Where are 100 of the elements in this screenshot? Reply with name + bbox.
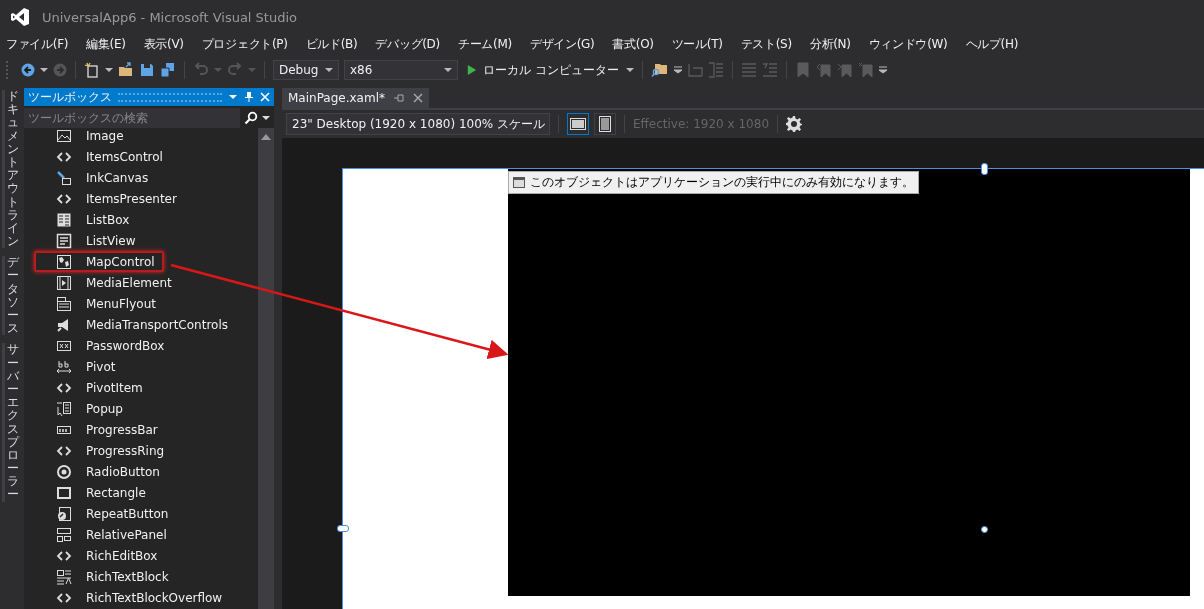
toolbox-item[interactable]: ListView xyxy=(34,230,164,251)
image-icon xyxy=(56,128,72,144)
menu-item[interactable]: チーム(M) xyxy=(457,35,512,53)
toolbox-item[interactable]: MapControl xyxy=(34,251,164,272)
caret-icon[interactable] xyxy=(444,66,452,74)
toolbox-item[interactable]: Popup xyxy=(34,398,164,419)
play-icon[interactable] xyxy=(467,64,477,76)
toolbox-item[interactable]: ListBox xyxy=(34,209,164,230)
landscape-button[interactable] xyxy=(567,113,589,135)
globe-icon xyxy=(56,253,72,270)
bookmark-icon xyxy=(794,62,811,78)
toolbox-item[interactable]: InkCanvas xyxy=(34,167,164,188)
document-tab[interactable]: MainPage.xaml* xyxy=(282,88,429,108)
save-all-icon[interactable] xyxy=(160,62,176,78)
comment-icon xyxy=(740,62,757,78)
caret-icon[interactable] xyxy=(625,66,634,74)
toolbox-item[interactable]: PasswordBox xyxy=(34,335,167,356)
folder-icon[interactable] xyxy=(118,62,134,78)
toolbox-item[interactable]: PivotItem xyxy=(34,377,164,398)
save-icon[interactable] xyxy=(139,62,155,78)
pivot-icon xyxy=(56,358,72,375)
search-icon[interactable] xyxy=(244,111,258,125)
menu-item[interactable]: デバッグ(D) xyxy=(375,35,440,53)
toolbox-item[interactable]: RichTextBlock xyxy=(34,566,171,587)
dropdown-icon[interactable] xyxy=(228,92,238,102)
run-button[interactable]: ローカル コンピューター xyxy=(463,61,621,79)
toolbox-item[interactable]: ItemsControl xyxy=(34,146,165,167)
dropdown[interactable]: Debug xyxy=(273,60,339,80)
menu-item[interactable]: 表示(V) xyxy=(143,35,184,53)
find-in-files-icon[interactable] xyxy=(650,62,669,78)
toolbox-item[interactable]: RichTextBlockOverflow xyxy=(34,587,225,608)
back-icon[interactable] xyxy=(21,63,35,77)
menu-item[interactable]: プロジェクト(P) xyxy=(201,35,288,53)
window-icon xyxy=(513,177,525,188)
menu-item[interactable]: 分析(N) xyxy=(809,35,851,53)
drag-handle[interactable] xyxy=(118,92,222,102)
pin-icon[interactable] xyxy=(244,91,254,103)
next-bookmark-icon xyxy=(836,62,853,78)
toolbox-item[interactable]: ItemsPresenter xyxy=(34,188,179,209)
popup-icon xyxy=(56,400,72,417)
new-project-icon[interactable] xyxy=(84,62,100,78)
side-tab[interactable]: サーバーエクスプローラー xyxy=(2,343,19,502)
device-dropdown[interactable]: 23" Desktop (1920 x 1080) 100% スケール xyxy=(286,113,550,135)
logo-icon xyxy=(10,7,30,27)
side-tab[interactable]: ドキュメントアウトライン xyxy=(2,90,19,249)
close-icon[interactable] xyxy=(413,93,423,103)
caret-icon[interactable] xyxy=(325,66,333,74)
toolbox-item[interactable]: ProgressBar xyxy=(34,419,164,440)
caret-icon xyxy=(214,66,222,74)
menu-item[interactable]: ウィンドウ(W) xyxy=(868,35,948,53)
redo-icon xyxy=(227,62,243,78)
layout-icon xyxy=(56,526,72,543)
side-tab[interactable]: データソース xyxy=(2,256,19,336)
menu-item[interactable]: ビルド(B) xyxy=(305,35,358,53)
toolbox-item[interactable]: Image xyxy=(34,128,164,146)
window-title: UniversalApp6 - Microsoft Visual Studio xyxy=(42,9,298,25)
previous-bookmark-icon xyxy=(815,62,832,78)
caret-icon xyxy=(248,66,256,74)
outdent-icon xyxy=(707,62,724,78)
panel-title: ツールボックス xyxy=(28,88,112,106)
menu-item[interactable]: ファイル(F) xyxy=(6,35,69,53)
caret-icon[interactable] xyxy=(262,114,270,122)
rectangle-icon xyxy=(56,484,72,501)
toolbox-item[interactable]: ProgressRing xyxy=(34,440,167,461)
resize-handle[interactable] xyxy=(337,525,349,532)
menu-item[interactable]: テスト(S) xyxy=(740,35,792,53)
menu-icon xyxy=(56,295,72,312)
settings-icon[interactable] xyxy=(786,116,803,132)
search-field[interactable]: ツールボックスの検索 xyxy=(24,108,240,128)
film-icon xyxy=(56,274,72,291)
toolbox-item[interactable]: MediaElement xyxy=(34,272,174,293)
overflow-icon[interactable] xyxy=(673,66,682,74)
toolbox-item[interactable]: RichEditBox xyxy=(34,545,164,566)
menu-item[interactable]: 編集(E) xyxy=(86,35,126,53)
toolbox-item[interactable]: RepeatButton xyxy=(34,503,171,524)
dropdown[interactable]: x86 xyxy=(344,60,458,80)
toolbox-item[interactable]: RelativePanel xyxy=(34,524,169,545)
menu-item[interactable]: ツール(T) xyxy=(671,35,723,53)
undo-icon xyxy=(193,62,209,78)
pin-icon[interactable] xyxy=(393,93,405,103)
scroll-up-icon[interactable] xyxy=(261,134,271,140)
menu-item[interactable]: デザイン(G) xyxy=(529,35,595,53)
scrollbar[interactable] xyxy=(258,128,274,609)
list-icon xyxy=(56,232,72,249)
list-icon xyxy=(56,211,72,228)
toolbox-item[interactable]: RadioButton xyxy=(34,461,164,482)
caret-icon[interactable] xyxy=(105,66,113,74)
menu-item[interactable]: 書式(O) xyxy=(612,35,654,53)
indent-icon xyxy=(686,62,703,78)
toolbox-item[interactable]: MediaTransportControls xyxy=(34,314,230,335)
toolbox-item[interactable]: Rectangle xyxy=(34,482,164,503)
toolbox-item[interactable]: MenuFlyout xyxy=(34,293,164,314)
caret-icon[interactable] xyxy=(40,66,48,74)
portrait-button[interactable] xyxy=(594,113,616,135)
resize-handle[interactable] xyxy=(981,526,988,533)
resize-handle[interactable] xyxy=(981,163,988,175)
menu-item[interactable]: ヘルプ(H) xyxy=(965,35,1019,53)
toolbox-item[interactable]: Pivot xyxy=(34,356,164,377)
overflow-icon[interactable] xyxy=(878,66,887,74)
text-block-icon xyxy=(56,568,72,585)
